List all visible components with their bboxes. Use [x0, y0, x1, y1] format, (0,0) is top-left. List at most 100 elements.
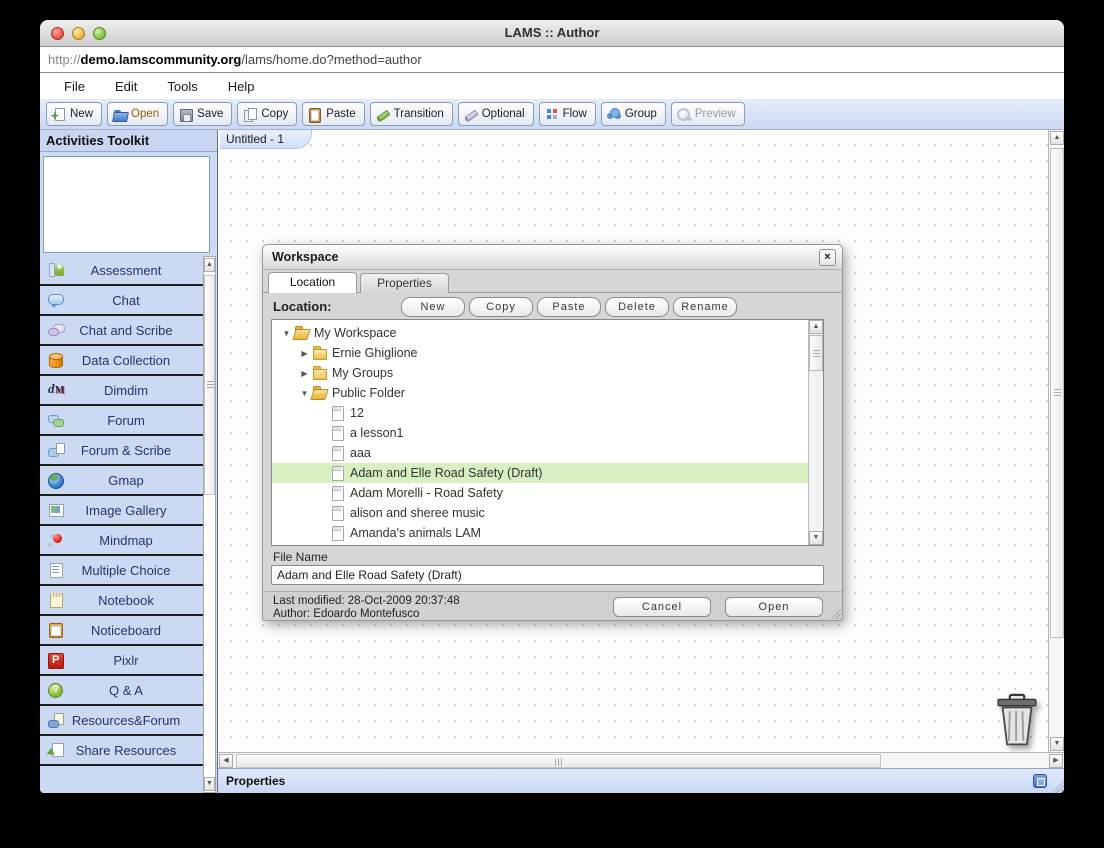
tree-label: Adam Morelli - Road Safety: [350, 486, 503, 500]
menu-edit[interactable]: Edit: [115, 79, 137, 94]
tool-forum-and-scribe[interactable]: Forum & Scribe: [40, 436, 203, 466]
scroll-up-arrow-icon[interactable]: ▲: [204, 258, 215, 272]
url-domain: demo.lamscommunity.org: [80, 52, 242, 67]
copy-button[interactable]: Copy: [237, 102, 298, 126]
toolbar-button-label: Flow: [562, 108, 587, 120]
disclosure-triangle-icon[interactable]: ▼: [280, 329, 293, 338]
tool-assessment[interactable]: Assessment: [40, 256, 203, 286]
close-icon[interactable]: ×: [819, 249, 836, 266]
open-button[interactable]: Open: [107, 102, 169, 126]
tool-pixlr[interactable]: Pixlr: [40, 646, 203, 676]
scrollbar-thumb[interactable]: [809, 335, 823, 371]
scrollbar-thumb[interactable]: [1050, 148, 1064, 638]
tree-item-a-lesson1[interactable]: a lesson1: [272, 423, 808, 443]
dialog-resize-grip[interactable]: [828, 606, 841, 619]
tool-mindmap[interactable]: Mindmap: [40, 526, 203, 556]
scroll-left-arrow-icon[interactable]: ◀: [219, 754, 233, 768]
tool-label: Noticeboard: [90, 622, 162, 638]
tree-item-adam-morelli-road-safety[interactable]: Adam Morelli - Road Safety: [272, 483, 808, 503]
transition-button[interactable]: Transition: [369, 102, 453, 126]
tree-item-ernie-ghiglione[interactable]: ▶ Ernie Ghiglione: [272, 343, 808, 363]
url-bar[interactable]: http://demo.lamscommunity.org/lams/home.…: [40, 47, 1064, 73]
tool-chat-and-scribe[interactable]: Chat and Scribe: [40, 316, 203, 346]
flow-button[interactable]: Flow: [538, 102, 596, 126]
cancel-button[interactable]: Cancel: [613, 597, 711, 617]
tree-item-alison-and-sheree-music[interactable]: alison and sheree music: [272, 503, 808, 523]
tree-item-adam-and-elle-road-safety[interactable]: Adam and Elle Road Safety (Draft): [272, 463, 808, 483]
dialog-tabs: Location Properties: [263, 270, 842, 293]
workspace-delete-button[interactable]: Delete: [605, 297, 669, 317]
open-button[interactable]: Open: [725, 597, 823, 617]
tree-label: Public Folder: [332, 386, 405, 400]
group-button[interactable]: Group: [600, 102, 666, 126]
tool-chat[interactable]: Chat: [40, 286, 203, 316]
tool-gmap[interactable]: Gmap: [40, 466, 203, 496]
tool-label: Forum: [107, 412, 145, 428]
activity-preview-box: [43, 156, 210, 253]
tool-dimdim[interactable]: Dimdim: [40, 376, 203, 406]
tree-item-public-folder[interactable]: ▼ Public Folder: [272, 383, 808, 403]
tab-properties[interactable]: Properties: [360, 273, 449, 293]
optional-button[interactable]: Optional: [457, 102, 534, 126]
menu-tools[interactable]: Tools: [167, 79, 197, 94]
trash-icon[interactable]: [990, 692, 1044, 750]
tree-label: My Groups: [332, 366, 394, 380]
tool-share-resources[interactable]: Share Resources: [40, 736, 203, 766]
gmap-icon: [47, 472, 65, 489]
tool-data-collection[interactable]: Data Collection: [40, 346, 203, 376]
menu-file[interactable]: File: [64, 79, 85, 94]
workspace-rename-button[interactable]: Rename: [673, 297, 737, 317]
scrollbar-thumb[interactable]: [204, 275, 215, 495]
disclosure-triangle-icon[interactable]: ▶: [298, 349, 311, 358]
tool-label: Q & A: [109, 682, 143, 698]
minimize-window-button[interactable]: [72, 27, 85, 40]
new-button[interactable]: New: [46, 102, 103, 126]
canvas-horizontal-scrollbar[interactable]: ◀ ▶: [218, 752, 1064, 768]
disclosure-triangle-icon[interactable]: ▼: [298, 389, 311, 398]
authoring-canvas[interactable]: Untitled - 1 Workspace × Location Propert…: [218, 130, 1048, 752]
tool-forum[interactable]: Forum: [40, 406, 203, 436]
scroll-down-arrow-icon[interactable]: ▼: [204, 777, 215, 791]
close-window-button[interactable]: [51, 27, 64, 40]
save-button[interactable]: Save: [173, 102, 233, 126]
tool-noticeboard[interactable]: Noticeboard: [40, 616, 203, 646]
canvas-vertical-scrollbar[interactable]: ▲ ▼: [1048, 130, 1064, 752]
tree-item-my-workspace[interactable]: ▼ My Workspace: [272, 323, 808, 343]
forum-icon: [47, 412, 65, 428]
expand-panel-icon[interactable]: [1033, 774, 1047, 788]
image-gallery-icon: [47, 502, 65, 518]
scroll-down-arrow-icon[interactable]: ▼: [1050, 737, 1064, 751]
workspace-new-button[interactable]: New: [401, 297, 465, 317]
scroll-up-arrow-icon[interactable]: ▲: [1050, 131, 1064, 145]
preview-button[interactable]: Preview: [670, 102, 745, 126]
tool-image-gallery[interactable]: Image Gallery: [40, 496, 203, 526]
tool-multiple-choice[interactable]: Multiple Choice: [40, 556, 203, 586]
tree-item-aaa[interactable]: aaa: [272, 443, 808, 463]
workspace-paste-button[interactable]: Paste: [537, 297, 601, 317]
tree-item-12[interactable]: 12: [272, 403, 808, 423]
tree-item-amandas-animals-lam[interactable]: Amanda's animals LAM: [272, 523, 808, 543]
flow-icon: [544, 107, 560, 122]
scroll-right-arrow-icon[interactable]: ▶: [1049, 754, 1063, 768]
design-tab[interactable]: Untitled - 1: [220, 130, 312, 149]
disclosure-triangle-icon[interactable]: ▶: [298, 369, 311, 378]
scroll-up-arrow-icon[interactable]: ▲: [809, 320, 823, 334]
sidebar-scrollbar[interactable]: ▲ ▼: [203, 256, 216, 793]
scrollbar-thumb[interactable]: [236, 754, 881, 768]
tool-q-and-a[interactable]: Q & A: [40, 676, 203, 706]
workspace-copy-button[interactable]: Copy: [469, 297, 533, 317]
window-titlebar[interactable]: LAMS :: Author: [40, 20, 1064, 47]
tab-location[interactable]: Location: [268, 272, 357, 293]
scroll-down-arrow-icon[interactable]: ▼: [809, 531, 823, 545]
zoom-window-button[interactable]: [93, 27, 106, 40]
qa-icon: [47, 682, 65, 698]
tree-item-my-groups[interactable]: ▶ My Groups: [272, 363, 808, 383]
properties-panel-bar[interactable]: Properties: [218, 768, 1064, 793]
file-name-input[interactable]: [271, 565, 824, 585]
tool-resources-forum[interactable]: Resources&Forum: [40, 706, 203, 736]
dialog-titlebar[interactable]: Workspace ×: [263, 245, 842, 270]
paste-button[interactable]: Paste: [302, 102, 365, 126]
menu-help[interactable]: Help: [228, 79, 255, 94]
tree-scrollbar[interactable]: ▲ ▼: [808, 320, 823, 545]
tool-notebook[interactable]: Notebook: [40, 586, 203, 616]
